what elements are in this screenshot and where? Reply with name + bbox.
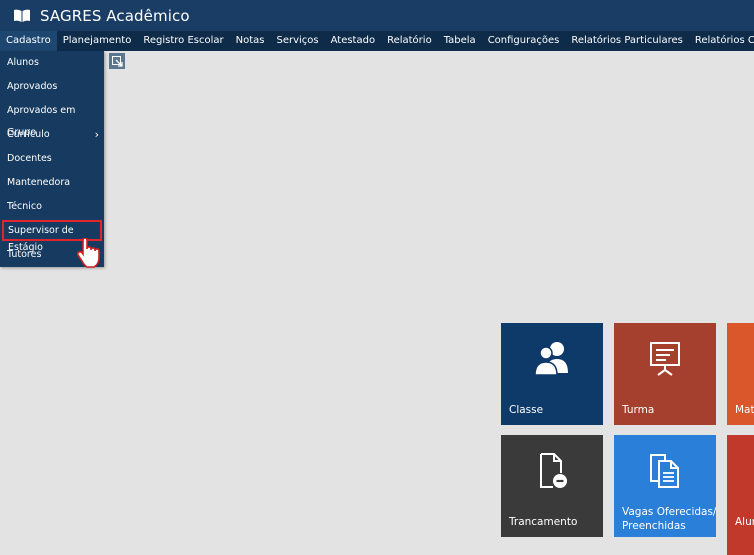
dropdown-item-label: Docentes	[7, 153, 52, 164]
tile-label: Alun	[735, 516, 754, 528]
menu-atestado[interactable]: Atestado	[325, 31, 381, 51]
main-menu-bar: Cadastro Planejamento Registro Escolar N…	[0, 31, 754, 51]
menu-relatorios-particulares[interactable]: Relatórios Particulares	[565, 31, 689, 51]
presentation-icon	[614, 339, 716, 379]
dropdown-item-label: Alunos	[7, 57, 39, 68]
dropdown-item-docentes[interactable]: Docentes	[0, 148, 104, 170]
dropdown-item-label: Currículo	[7, 129, 50, 140]
tile-label: Trancamento	[509, 516, 578, 528]
documents-icon	[614, 451, 716, 491]
users-icon	[501, 339, 603, 379]
tile-label: Classe	[509, 404, 544, 416]
dropdown-item-mantenedora[interactable]: Mantenedora	[0, 172, 104, 194]
menu-relatorio[interactable]: Relatório	[381, 31, 438, 51]
hand-cursor-icon	[76, 237, 100, 272]
tile-trancamento[interactable]: Trancamento	[501, 435, 603, 537]
dropdown-item-label: Técnico	[7, 201, 42, 212]
tile-alun[interactable]: Alun	[727, 435, 754, 555]
tile-label-line2: Preenchidas	[622, 520, 686, 532]
title-bar: SAGRES Acadêmico	[0, 0, 754, 31]
dropdown-item-label: Mantenedora	[7, 177, 71, 188]
menu-relatorios-complementares[interactable]: Relatórios Complementares	[689, 31, 754, 51]
tile-vagas-oferecidas[interactable]: Vagas Oferecidas/Preenchidas	[614, 435, 716, 537]
tile-label: Vagas Oferecidas/Preenchidas	[622, 505, 716, 533]
dropdown-item-label: Aprovados	[7, 81, 58, 92]
book-icon	[13, 9, 31, 23]
chevron-right-icon: ›	[94, 128, 99, 141]
pin-menu-button[interactable]	[109, 53, 125, 69]
tile-classe[interactable]: Classe	[501, 323, 603, 425]
tile-label: Turma	[622, 404, 655, 416]
dropdown-item-aprovados[interactable]: Aprovados	[0, 76, 104, 98]
tile-turma[interactable]: Turma	[614, 323, 716, 425]
menu-cadastro[interactable]: Cadastro	[0, 31, 57, 51]
dropdown-item-tecnico[interactable]: Técnico	[0, 196, 104, 218]
menu-notas[interactable]: Notas	[230, 31, 271, 51]
pin-icon	[111, 55, 123, 67]
dropdown-item-label: Tutores	[7, 249, 42, 260]
app-title: SAGRES Acadêmico	[40, 6, 190, 25]
menu-planejamento[interactable]: Planejamento	[57, 31, 138, 51]
dropdown-item-curriculo[interactable]: Currículo ›	[0, 124, 104, 146]
tile-mat[interactable]: Mat	[727, 323, 754, 425]
menu-servicos[interactable]: Serviços	[270, 31, 324, 51]
dropdown-item-alunos[interactable]: Alunos	[0, 52, 104, 74]
tile-label-line1: Vagas Oferecidas/	[622, 506, 717, 518]
menu-registro-escolar[interactable]: Registro Escolar	[137, 31, 229, 51]
dropdown-item-aprovados-em-grupo[interactable]: Aprovados em Grupo	[0, 100, 104, 138]
tile-label: Mat	[735, 404, 754, 416]
document-minus-icon	[501, 451, 603, 491]
menu-tabela[interactable]: Tabela	[438, 31, 482, 51]
cadastro-dropdown: Alunos Aprovados Aprovados em Grupo Curr…	[0, 51, 104, 267]
menu-configuracoes[interactable]: Configurações	[482, 31, 566, 51]
